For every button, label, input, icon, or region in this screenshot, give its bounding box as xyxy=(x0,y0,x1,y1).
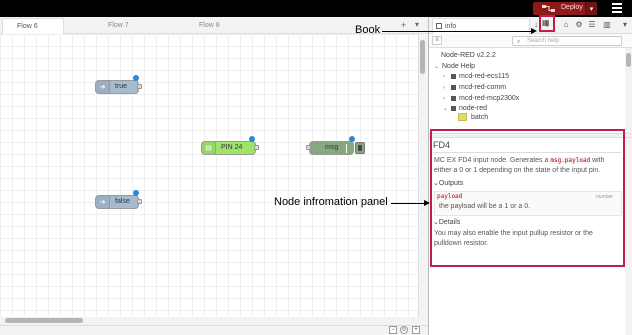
gpio-node-pin-24[interactable]: ▤ PIN 24 xyxy=(201,141,256,155)
chevron-right-icon: › xyxy=(443,85,445,91)
help-search-input[interactable]: ⌕ Search help xyxy=(512,36,622,46)
book-annotation-label: Book xyxy=(355,24,381,36)
changed-indicator xyxy=(133,75,139,81)
deploy-icon xyxy=(542,5,555,12)
node-label: true xyxy=(115,83,128,90)
chevron-down-icon: ⌄ xyxy=(434,64,440,70)
node-red-version: Node-RED v2.2.2 xyxy=(441,52,496,59)
node-label: false xyxy=(115,198,130,205)
arrow-right-icon: ➔ xyxy=(96,81,110,93)
output-port[interactable] xyxy=(137,84,142,89)
chevron-right-icon: › xyxy=(443,74,445,80)
file-icon: ▤ xyxy=(202,142,216,154)
tab-menu-button[interactable]: ▾ xyxy=(415,20,419,29)
help-toolbar: ≡ ⌕ Search help xyxy=(429,34,632,48)
search-placeholder: Search help xyxy=(527,38,560,44)
output-port[interactable] xyxy=(254,145,259,150)
inject-node-false[interactable]: ➔ false xyxy=(95,195,139,209)
tree-item[interactable]: › mcd-red-mcp2300x xyxy=(443,95,519,102)
output-property-type: number xyxy=(596,194,613,200)
tree-item-batch[interactable]: batch xyxy=(471,114,488,121)
tab-flow-6[interactable]: Flow 6 xyxy=(2,18,64,34)
workspace-footer xyxy=(0,325,428,335)
zoom-out-button[interactable]: − xyxy=(389,326,397,334)
input-port[interactable] xyxy=(306,145,311,150)
changed-indicator xyxy=(349,136,355,142)
help-tab-button[interactable]: ⌂ xyxy=(560,19,572,31)
add-tab-button[interactable]: + xyxy=(401,20,406,30)
package-icon xyxy=(451,105,456,111)
panel-annotation-arrow xyxy=(391,203,425,204)
hamburger-menu-icon[interactable] xyxy=(612,3,622,13)
dashboard-tab-button[interactable]: ▥ xyxy=(601,19,613,31)
canvas-vertical-scrollbar[interactable] xyxy=(418,34,428,317)
changed-indicator xyxy=(133,190,139,196)
tab-flow-8[interactable]: Flow 8 xyxy=(185,18,247,34)
panel-annotation-label: Node infromation panel xyxy=(274,196,388,208)
list-icon xyxy=(346,144,350,153)
package-icon xyxy=(451,73,456,79)
tree-item[interactable]: ⌄ node-red xyxy=(443,105,487,112)
output-property-description: the payload will be a 1 or a 0. xyxy=(439,203,531,210)
debug-toggle-button[interactable] xyxy=(355,142,365,154)
search-icon: ⌕ xyxy=(517,39,521,45)
toggle-tree-button[interactable]: ≡ xyxy=(432,36,442,45)
node-color-swatch xyxy=(458,113,467,121)
node-description: MC EX FD4 input node. Generates a msg.pa… xyxy=(434,157,605,174)
deploy-dropdown-caret[interactable]: ▾ xyxy=(585,2,597,15)
arrow-head-icon xyxy=(424,200,430,206)
config-tab-button[interactable]: ⚙ xyxy=(573,19,585,31)
tree-item[interactable]: › mcd-red-comm xyxy=(443,84,506,91)
info-panel-scrollbar[interactable] xyxy=(625,138,632,335)
node-help-title: FD4 xyxy=(433,140,451,150)
package-icon xyxy=(451,84,456,90)
divider xyxy=(433,152,621,153)
tab-flow-7[interactable]: Flow 7 xyxy=(94,18,156,34)
horizontal-scroll-thumb[interactable] xyxy=(5,318,83,323)
inject-node-true[interactable]: ➔ true xyxy=(95,80,139,94)
output-property-name: payload xyxy=(437,193,463,200)
arrow-right-icon: ➔ xyxy=(96,196,110,208)
chevron-right-icon: › xyxy=(443,96,445,102)
debug-node-msg[interactable]: msg xyxy=(309,141,354,155)
package-icon xyxy=(451,95,456,101)
details-heading[interactable]: ⌄Details xyxy=(433,218,460,226)
details-text: You may also enable the input pullup res… xyxy=(434,230,593,247)
zoom-reset-button[interactable]: o xyxy=(400,326,408,334)
tree-item[interactable]: › mcd-red-ecs115 xyxy=(443,73,509,80)
help-tree-scroll-thumb[interactable] xyxy=(626,53,631,67)
tree-item-node-help[interactable]: ⌄ Node Help xyxy=(434,63,475,70)
arrow-head-icon xyxy=(531,28,537,34)
sidebar-more-button[interactable]: ▾ xyxy=(619,19,631,31)
book-icon[interactable]: ▦ xyxy=(542,18,550,27)
zoom-in-button[interactable]: + xyxy=(412,326,420,334)
node-label: msg xyxy=(325,144,339,151)
flow-canvas[interactable] xyxy=(0,34,418,317)
output-port[interactable] xyxy=(137,199,142,204)
app-header: Deploy ▾ xyxy=(0,0,632,17)
info-icon xyxy=(436,23,442,29)
context-tab-button[interactable]: ☰ xyxy=(586,19,598,31)
changed-indicator xyxy=(249,136,255,142)
node-label: PIN 24 xyxy=(221,144,243,151)
deploy-button[interactable]: Deploy ▾ xyxy=(533,2,597,15)
chevron-down-icon: ⌄ xyxy=(443,106,449,112)
outputs-heading[interactable]: ⌄Outputs xyxy=(433,179,463,187)
book-annotation-arrow xyxy=(382,31,532,32)
vertical-scroll-thumb[interactable] xyxy=(420,40,425,74)
deploy-label: Deploy xyxy=(561,4,583,11)
